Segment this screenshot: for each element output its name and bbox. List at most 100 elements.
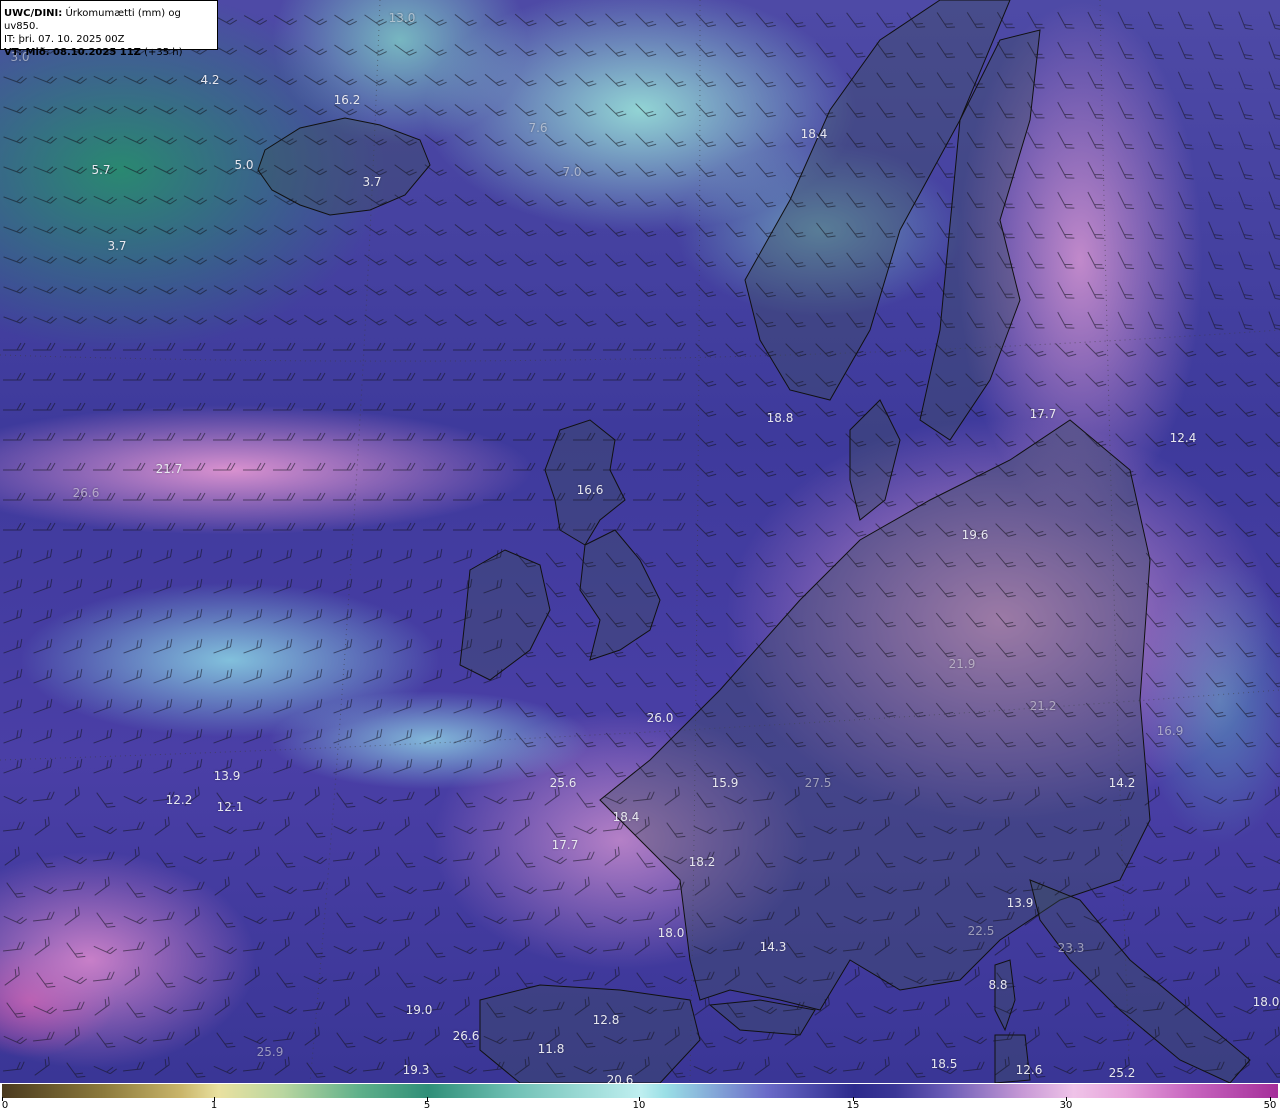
- map-value-label: 27.5: [804, 776, 832, 790]
- wind-barb: [393, 578, 413, 594]
- wind-barb: [484, 846, 500, 866]
- wind-barb: [363, 915, 388, 925]
- map-value-label: 3.7: [362, 175, 382, 189]
- wind-barb: [484, 13, 507, 27]
- wind-barb: [33, 492, 56, 501]
- wind-barb: [513, 462, 536, 471]
- wind-barb: [93, 342, 116, 351]
- wind-barb: [754, 816, 770, 836]
- wind-barb: [843, 915, 868, 925]
- wind-barb: [3, 106, 27, 114]
- map-value-label: 16.9: [1156, 724, 1184, 738]
- map-value-label: 18.0: [657, 926, 685, 940]
- wind-barb: [453, 638, 473, 654]
- wind-barb: [123, 915, 148, 925]
- wind-barb: [785, 612, 806, 628]
- wind-barb: [93, 698, 113, 714]
- wind-barb: [966, 192, 985, 209]
- wind-barb: [902, 1001, 925, 1012]
- wind-barb: [996, 72, 1015, 89]
- wind-barb: [876, 972, 896, 988]
- wind-barb: [3, 578, 23, 594]
- wind-barb: [935, 403, 957, 417]
- wind-barb: [1085, 762, 1106, 778]
- wind-barb: [1116, 972, 1136, 988]
- wind-barb: [934, 996, 950, 1016]
- wind-barb: [605, 702, 626, 718]
- wind-barb: [785, 252, 806, 268]
- wind-barb: [665, 163, 687, 177]
- wind-barb: [842, 941, 865, 952]
- wind-barb: [603, 372, 626, 381]
- wind-barb: [333, 548, 353, 564]
- wind-barb: [936, 282, 956, 299]
- wind-barb: [1054, 876, 1070, 896]
- map-value-label: 19.6: [961, 528, 989, 542]
- wind-barb: [1235, 672, 1256, 688]
- wind-barb: [603, 492, 626, 501]
- wind-barb: [393, 548, 413, 564]
- wind-barb: [423, 855, 448, 865]
- wind-barb: [905, 642, 926, 658]
- wind-barb: [1053, 825, 1078, 835]
- wind-barb: [1265, 343, 1280, 357]
- wind-barb: [336, 912, 356, 928]
- wind-barb: [1027, 41, 1045, 59]
- map-value-label: 11.8: [537, 1042, 565, 1056]
- wind-barb: [123, 165, 148, 175]
- wind-barb: [336, 792, 356, 808]
- wind-barb: [1027, 311, 1045, 329]
- wind-barb: [755, 222, 776, 238]
- wind-barb: [153, 165, 178, 175]
- wind-barb: [695, 702, 716, 718]
- wind-barb: [514, 43, 537, 57]
- wind-barb: [816, 792, 836, 808]
- wind-barb: [966, 12, 985, 29]
- map-value-label: 25.6: [549, 776, 577, 790]
- wind-barb: [695, 612, 716, 628]
- colorbar-tick-label: 1: [210, 1100, 218, 1111]
- wind-barb: [213, 255, 238, 265]
- wind-barb: [126, 882, 146, 898]
- wind-barb: [755, 42, 776, 58]
- wind-barb: [904, 786, 920, 806]
- wind-barb: [183, 105, 208, 115]
- wind-barb: [243, 492, 266, 501]
- wind-barb: [575, 103, 597, 117]
- wind-barb: [1268, 191, 1280, 211]
- wind-barb: [183, 135, 208, 145]
- wind-barb: [2, 821, 25, 832]
- wind-barb: [1027, 251, 1045, 269]
- wind-barb: [94, 996, 110, 1016]
- wind-barb: [1147, 191, 1164, 210]
- wind-barb: [1205, 433, 1227, 447]
- wind-barb: [964, 966, 980, 986]
- wind-barb: [755, 192, 776, 208]
- wind-barb: [363, 608, 383, 624]
- map-value-label: 15.9: [711, 776, 739, 790]
- wind-barb: [1085, 702, 1106, 718]
- wind-barb: [213, 402, 236, 411]
- wind-barb: [543, 855, 568, 865]
- wind-barb: [906, 132, 926, 148]
- wind-barb: [546, 942, 566, 958]
- map-value-label: 21.2: [1029, 699, 1057, 713]
- wind-barb: [542, 881, 565, 892]
- wind-barb: [486, 882, 506, 898]
- wind-barb: [905, 552, 926, 568]
- wind-barb: [843, 1035, 868, 1045]
- wind-barb: [514, 163, 537, 177]
- wind-barb: [63, 608, 83, 624]
- wind-barb: [274, 164, 297, 176]
- wind-barb: [453, 728, 473, 744]
- wind-barb: [214, 996, 230, 1016]
- wind-barb: [543, 492, 566, 501]
- wind-barb: [695, 433, 717, 447]
- wind-barb: [605, 223, 627, 237]
- wind-barb: [183, 225, 208, 235]
- wind-barb: [936, 222, 956, 239]
- map-value-label: 26.6: [452, 1029, 480, 1043]
- wind-barb: [63, 728, 83, 744]
- wind-barb: [573, 432, 596, 441]
- wind-barb: [875, 672, 896, 688]
